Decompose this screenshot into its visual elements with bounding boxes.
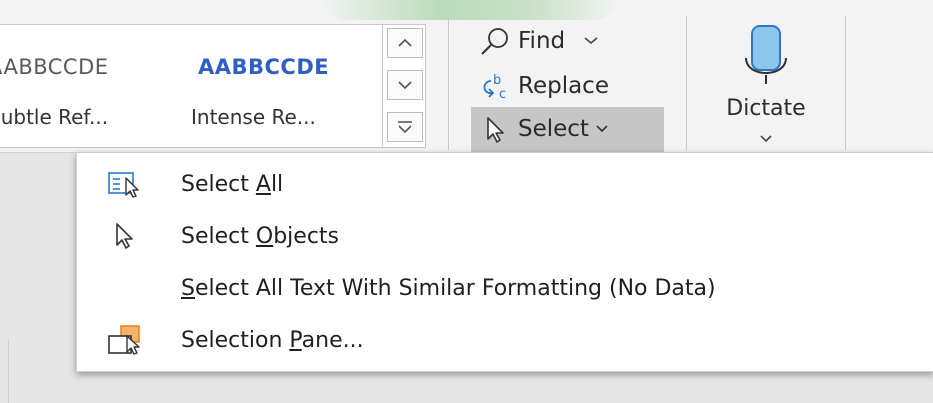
- watermark: [320, 0, 620, 20]
- replace-label: Replace: [518, 73, 609, 99]
- styles-more-button[interactable]: [387, 112, 423, 142]
- expand-gallery-icon: [398, 121, 412, 134]
- menu-item-selection-pane[interactable]: Selection Pane...: [77, 315, 933, 365]
- svg-text:c: c: [499, 87, 506, 101]
- cursor-arrow-icon: [478, 114, 512, 144]
- group-separator: [448, 16, 449, 150]
- menu-label: Select All Text With Similar Formatting …: [181, 275, 716, 301]
- chevron-down-icon: [584, 37, 598, 45]
- chevron-up-icon: [398, 38, 412, 47]
- menu-label: Selection Pane...: [181, 327, 364, 353]
- group-separator: [686, 16, 687, 150]
- chevron-down-icon: [760, 135, 772, 143]
- group-separator: [845, 16, 846, 150]
- styles-gallery: AABBCCDE Subtle Ref... AABBCCDE Intense …: [0, 24, 426, 148]
- styles-scroll: [382, 24, 425, 146]
- style-sample: AABBCCDE: [0, 55, 109, 79]
- menu-item-select-all[interactable]: Select All: [77, 159, 933, 209]
- menu-item-select-objects[interactable]: Select Objects: [77, 211, 933, 261]
- dictate-label: Dictate: [726, 96, 806, 121]
- select-label: Select: [518, 116, 589, 142]
- selection-pane-icon: [105, 324, 145, 356]
- style-name: Intense Re...: [191, 105, 316, 129]
- select-all-icon: [105, 168, 145, 200]
- left-edge-line: [8, 340, 9, 403]
- style-intense-reference[interactable]: AABBCCDE Intense Re...: [191, 25, 378, 147]
- chevron-down-icon: [398, 81, 412, 90]
- find-button[interactable]: Find: [478, 26, 599, 56]
- search-icon: [478, 26, 512, 56]
- svg-text:b: b: [493, 73, 501, 88]
- menu-label: Select Objects: [181, 223, 339, 249]
- select-objects-icon: [105, 220, 145, 252]
- replace-button[interactable]: b c Replace: [478, 71, 609, 101]
- select-dropdown-menu: Select All Select Objects Select All Tex…: [76, 152, 933, 372]
- scroll-up-button[interactable]: [387, 28, 423, 58]
- chevron-down-icon: [596, 125, 608, 133]
- menu-label: Select All: [181, 171, 284, 197]
- style-name: Subtle Ref...: [0, 105, 109, 129]
- find-label: Find: [518, 28, 566, 54]
- scroll-down-button[interactable]: [387, 70, 423, 100]
- microphone-icon: [745, 25, 787, 84]
- style-subtle-reference[interactable]: AABBCCDE Subtle Ref...: [0, 25, 178, 147]
- ribbon-home-tab: AABBCCDE Subtle Ref... AABBCCDE Intense …: [0, 0, 933, 153]
- menu-item-select-similar-formatting[interactable]: Select All Text With Similar Formatting …: [77, 263, 933, 313]
- dictate-button[interactable]: [708, 18, 824, 150]
- replace-icon: b c: [478, 71, 512, 101]
- select-button[interactable]: Select: [478, 114, 609, 144]
- style-sample: AABBCCDE: [198, 55, 330, 79]
